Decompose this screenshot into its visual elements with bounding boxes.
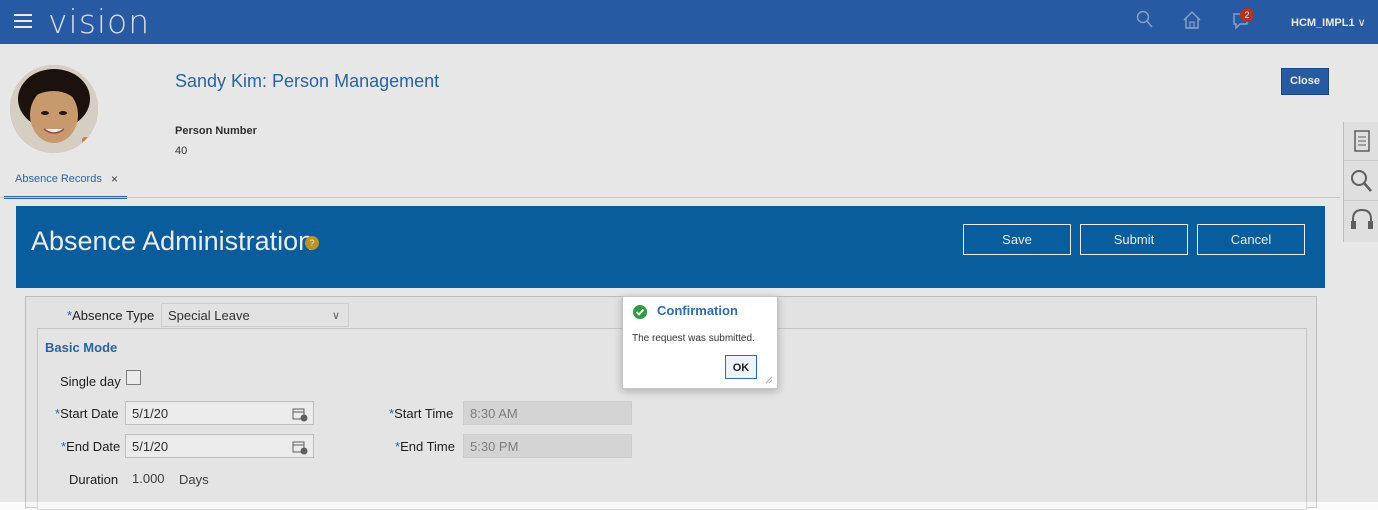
modal-overlay xyxy=(0,0,1378,502)
ok-button[interactable]: OK xyxy=(725,355,757,379)
resize-grip-icon[interactable] xyxy=(765,376,773,384)
success-check-icon xyxy=(633,305,647,319)
dialog-message: The request was submitted. xyxy=(632,333,755,344)
dialog-title: Confirmation xyxy=(657,303,738,318)
confirmation-dialog: Confirmation The request was submitted. … xyxy=(622,296,778,389)
